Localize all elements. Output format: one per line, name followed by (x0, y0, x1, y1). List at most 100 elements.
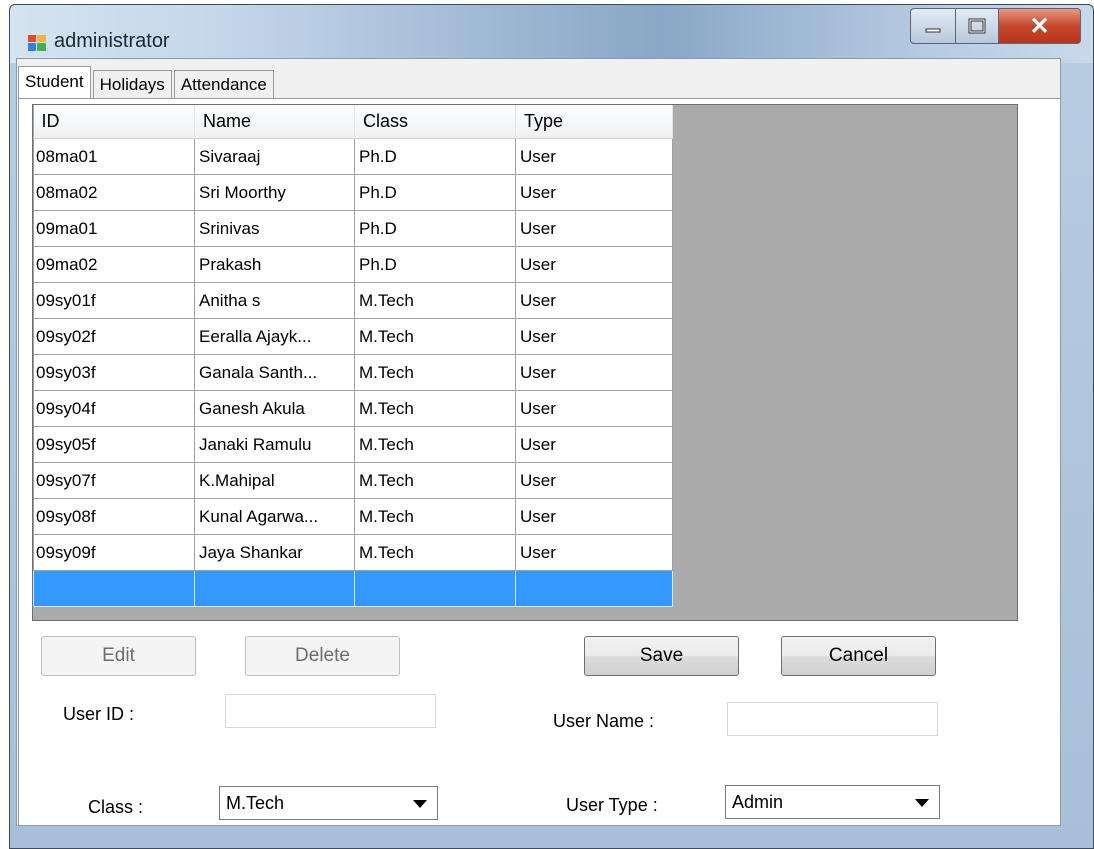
table-cell[interactable]: User (515, 498, 673, 535)
table-row[interactable]: 09ma01 Srinivas Ph.D User (33, 210, 673, 247)
table-cell[interactable]: 09ma02 (33, 246, 195, 283)
table-cell[interactable]: M.Tech (354, 390, 516, 427)
table-row[interactable]: 08ma01 Sivaraaj Ph.D User (33, 138, 673, 175)
table-row[interactable]: 09sy07f K.Mahipal M.Tech User (33, 462, 673, 499)
window-title: administrator (54, 30, 170, 52)
table-cell[interactable]: User (515, 462, 673, 499)
edit-button[interactable]: Edit (41, 636, 196, 676)
table-row[interactable]: 09sy01f Anitha s M.Tech User (33, 282, 673, 319)
table-cell[interactable]: M.Tech (354, 318, 516, 355)
table-row[interactable]: 09sy02f Eeralla Ajayk... M.Tech User (33, 318, 673, 355)
user-id-input[interactable] (225, 694, 436, 728)
table-row[interactable]: 09sy08f Kunal Agarwa... M.Tech User (33, 498, 673, 535)
maximize-button[interactable] (956, 8, 999, 44)
user-type-dropdown[interactable]: Admin (725, 785, 940, 819)
table-cell[interactable]: M.Tech (354, 534, 516, 571)
table-cell[interactable]: M.Tech (354, 462, 516, 499)
table-cell[interactable]: User (515, 138, 673, 175)
table-cell[interactable]: Sri Moorthy (194, 174, 355, 211)
table-cell[interactable]: Eeralla Ajayk... (194, 318, 355, 355)
user-name-input[interactable] (727, 702, 938, 736)
user-type-label: User Type : (566, 795, 658, 815)
table-cell[interactable]: User (515, 390, 673, 427)
app-icon (28, 35, 46, 51)
column-header-id[interactable]: ID (33, 105, 195, 139)
table-cell[interactable]: M.Tech (354, 354, 516, 391)
caption-buttons: ✕ (910, 8, 1081, 44)
class-dropdown[interactable]: M.Tech (219, 786, 438, 820)
table-cell[interactable]: Srinivas (194, 210, 355, 247)
table-cell[interactable]: 09sy08f (33, 498, 195, 535)
table-cell[interactable]: User (515, 210, 673, 247)
close-button[interactable]: ✕ (999, 8, 1081, 44)
new-row[interactable] (33, 570, 673, 607)
maximize-icon (968, 18, 986, 34)
table-cell[interactable]: User (515, 174, 673, 211)
table-cell[interactable]: M.Tech (354, 282, 516, 319)
dropdown-arrow-icon (915, 799, 929, 807)
table-cell[interactable]: User (515, 426, 673, 463)
table-cell[interactable]: User (515, 354, 673, 391)
table-row[interactable]: 09sy04f Ganesh Akula M.Tech User (33, 390, 673, 427)
student-table: ID Name Class Type 08ma01 Sivaraaj Ph.D Use… (33, 105, 673, 607)
user-id-label: User ID : (63, 704, 135, 724)
table-cell[interactable]: Prakash (194, 246, 355, 283)
table-cell[interactable] (354, 570, 516, 607)
column-header-class[interactable]: Class (354, 105, 516, 139)
minimize-button[interactable] (910, 8, 956, 44)
table-row[interactable]: 09sy09f Jaya Shankar M.Tech User (33, 534, 673, 571)
save-button[interactable]: Save (584, 636, 739, 676)
cancel-button[interactable]: Cancel (781, 636, 936, 676)
tab-student[interactable]: Student (18, 66, 91, 98)
table-cell[interactable]: 08ma01 (33, 138, 195, 175)
tab-holidays[interactable]: Holidays (92, 70, 172, 98)
table-cell[interactable]: User (515, 318, 673, 355)
table-row[interactable]: 09sy03f Ganala Santh... M.Tech User (33, 354, 673, 391)
table-cell[interactable]: User (515, 534, 673, 571)
table-cell[interactable]: M.Tech (354, 426, 516, 463)
table-cell[interactable]: 09sy02f (33, 318, 195, 355)
table-cell[interactable]: 09ma01 (33, 210, 195, 247)
table-row[interactable]: 08ma02 Sri Moorthy Ph.D User (33, 174, 673, 211)
tab-attendance[interactable]: Attendance (173, 70, 274, 98)
table-cell[interactable]: M.Tech (354, 498, 516, 535)
table-cell[interactable]: Ganala Santh... (194, 354, 355, 391)
table-cell[interactable]: Jaya Shankar (194, 534, 355, 571)
table-cell[interactable] (194, 570, 355, 607)
grid-header-row: ID Name Class Type (33, 105, 673, 139)
table-cell[interactable]: Ph.D (354, 246, 516, 283)
table-cell[interactable]: User (515, 246, 673, 283)
column-header-name[interactable]: Name (194, 105, 355, 139)
table-cell[interactable]: 09sy04f (33, 390, 195, 427)
table-cell[interactable]: 09sy03f (33, 354, 195, 391)
table-cell[interactable]: 09sy01f (33, 282, 195, 319)
class-selected-value: M.Tech (226, 792, 285, 813)
table-cell[interactable]: K.Mahipal (194, 462, 355, 499)
table-cell[interactable]: Kunal Agarwa... (194, 498, 355, 535)
table-cell[interactable] (515, 570, 673, 607)
tab-strip: Student Holidays Attendance (18, 66, 276, 98)
table-cell[interactable]: 08ma02 (33, 174, 195, 211)
table-cell[interactable]: 09sy07f (33, 462, 195, 499)
table-cell[interactable]: Ph.D (354, 174, 516, 211)
table-cell[interactable]: 09sy09f (33, 534, 195, 571)
table-cell[interactable]: Sivaraaj (194, 138, 355, 175)
delete-button[interactable]: Delete (245, 636, 400, 676)
table-row[interactable]: 09sy05f Janaki Ramulu M.Tech User (33, 426, 673, 463)
close-icon: ✕ (1029, 12, 1050, 40)
table-cell[interactable]: Ph.D (354, 210, 516, 247)
table-cell[interactable]: Anitha s (194, 282, 355, 319)
table-cell[interactable]: User (515, 282, 673, 319)
table-cell[interactable] (33, 570, 195, 607)
student-grid[interactable]: ID Name Class Type 08ma01 Sivaraaj Ph.D Use… (32, 104, 1018, 621)
table-cell[interactable]: Janaki Ramulu (194, 426, 355, 463)
table-cell[interactable]: 09sy05f (33, 426, 195, 463)
table-cell[interactable]: Ph.D (354, 138, 516, 175)
column-header-type[interactable]: Type (515, 105, 673, 139)
table-row[interactable]: 09ma02 Prakash Ph.D User (33, 246, 673, 283)
class-label: Class : (88, 797, 144, 817)
user-name-label: User Name : (553, 711, 655, 731)
dropdown-arrow-icon (413, 800, 427, 808)
table-cell[interactable]: Ganesh Akula (194, 390, 355, 427)
title-bar[interactable]: administrator ✕ (10, 5, 1093, 63)
